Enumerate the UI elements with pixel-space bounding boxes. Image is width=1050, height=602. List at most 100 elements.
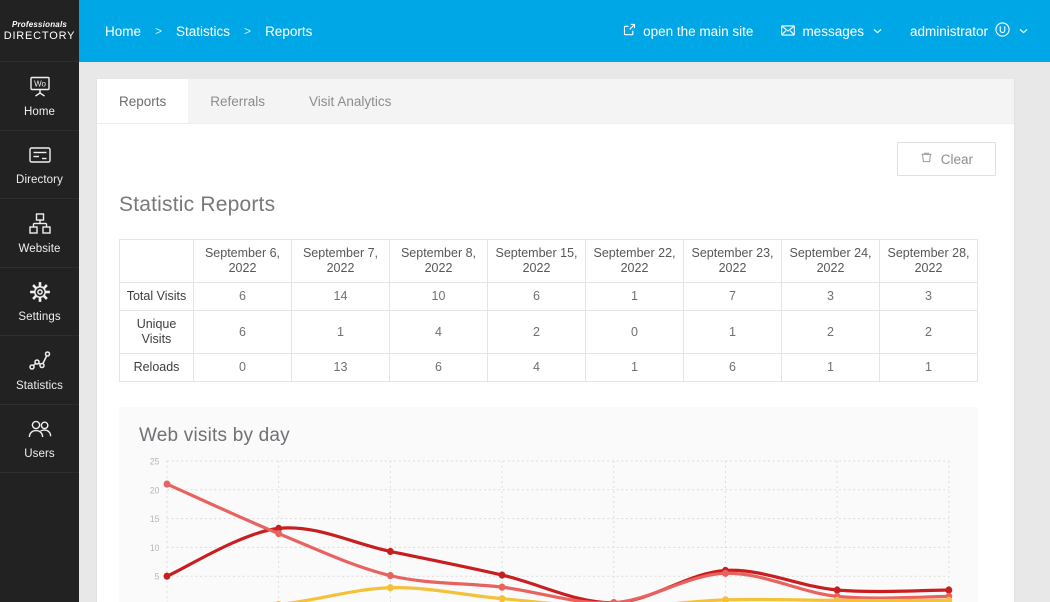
open-main-site-link[interactable]: open the main site (623, 23, 753, 39)
table-cell: 1 (585, 353, 684, 382)
clear-button[interactable]: Clear (896, 142, 996, 176)
page-body: Reports Referrals Visit Analytics Clear … (79, 62, 1050, 602)
table-cell: 6 (389, 353, 488, 382)
sidebar-item-label: Statistics (15, 379, 63, 392)
tab-reports[interactable]: Reports (97, 79, 189, 123)
table-cell: 6 (193, 310, 292, 354)
table-cell: 7 (683, 282, 782, 311)
table-row-label: Reloads (119, 353, 194, 382)
table-column-header: September 22, 2022 (585, 239, 684, 283)
table-cell: 2 (487, 310, 586, 354)
table-cell: 3 (781, 282, 880, 311)
chevron-down-icon (873, 26, 882, 36)
clear-button-label: Clear (940, 151, 973, 167)
svg-text:20: 20 (150, 485, 160, 495)
content-card: Reports Referrals Visit Analytics Clear … (97, 79, 1014, 602)
table-cell: 2 (879, 310, 978, 354)
table-corner-cell (119, 239, 194, 283)
table-column-header: September 23, 2022 (683, 239, 782, 283)
main-column: Home > Statistics > Reports open the mai… (79, 0, 1050, 602)
sidebar-item-statistics[interactable]: Statistics (0, 336, 79, 405)
breadcrumb: Home > Statistics > Reports (105, 24, 312, 39)
sidebar-item-label: Users (24, 448, 55, 461)
user-circle-icon (995, 22, 1010, 40)
line-chart-icon (27, 348, 53, 374)
open-main-site-label: open the main site (643, 23, 754, 39)
messages-label: messages (802, 23, 864, 39)
chart-canvas: 0510152025September 6September 7Septembe… (150, 456, 953, 602)
sidebar-item-website[interactable]: Website (0, 199, 79, 268)
table-cell: 1 (683, 310, 782, 354)
table-cell: 1 (291, 310, 390, 354)
table-cell: 0 (193, 353, 292, 382)
table-column-header: September 8, 2022 (389, 239, 488, 283)
web-visits-chart[interactable]: 0510152025September 6September 7Septembe… (131, 451, 964, 602)
sidebar-item-directory[interactable]: Directory (0, 131, 79, 199)
tab-visit-analytics[interactable]: Visit Analytics (287, 79, 413, 123)
tab-bar: Reports Referrals Visit Analytics (97, 79, 1014, 124)
table-row: Reloads 0 13 6 4 1 6 1 1 (119, 353, 978, 382)
table-cell: 14 (291, 282, 390, 311)
chart-title: Web visits by day (139, 425, 290, 446)
table-row-label: Unique Visits (119, 310, 194, 354)
table-row-label: Total Visits (119, 282, 194, 311)
id-card-icon (27, 142, 53, 168)
account-menu[interactable]: administrator (910, 22, 1028, 40)
chevron-down-icon (1019, 26, 1028, 36)
sidebar-item-label: Settings (18, 311, 61, 324)
table-column-header: September 15, 2022 (487, 239, 586, 283)
logo-top-text: Professionals (11, 19, 68, 29)
top-bar: Home > Statistics > Reports open the mai… (79, 0, 1050, 62)
table-cell: 3 (879, 282, 978, 311)
external-link-icon (623, 23, 636, 39)
sidebar-item-label: Directory (16, 174, 63, 187)
users-icon (26, 416, 54, 442)
presentation-board-icon: Wo (27, 74, 53, 100)
breadcrumb-separator: > (244, 24, 252, 38)
table-cell: 1 (781, 353, 880, 382)
table-cell: 1 (585, 282, 684, 311)
web-visits-chart-panel: Web visits by day 0510152025September 6S… (119, 407, 978, 602)
table-column-header: September 24, 2022 (781, 239, 880, 283)
table-cell: 4 (389, 310, 488, 354)
app-root: Professionals DIRECTORY Wo Home Director… (0, 0, 1050, 602)
table-header-row: September 6, 2022 September 7, 2022 Sept… (119, 239, 978, 283)
breadcrumb-separator: > (155, 24, 163, 38)
breadcrumb-item-statistics[interactable]: Statistics (176, 24, 230, 39)
table-cell: 1 (879, 353, 978, 382)
messages-menu[interactable]: messages (781, 24, 882, 39)
sidebar: Professionals DIRECTORY Wo Home Director… (0, 0, 79, 602)
logo-bottom-text: DIRECTORY (3, 29, 76, 42)
svg-text:25: 25 (150, 456, 160, 466)
app-logo[interactable]: Professionals DIRECTORY (0, 0, 79, 62)
sidebar-item-home[interactable]: Wo Home (0, 62, 79, 131)
table-row: Unique Visits 6 1 4 2 0 1 2 2 (119, 310, 978, 354)
svg-text:Wo: Wo (34, 79, 46, 88)
svg-text:5: 5 (155, 571, 160, 581)
table-row: Total Visits 6 14 10 6 1 7 3 3 (119, 282, 978, 311)
sidebar-item-settings[interactable]: Settings (0, 268, 79, 336)
table-cell: 6 (193, 282, 292, 311)
gear-icon (27, 279, 53, 305)
tab-panel-reports: Clear Statistic Reports September 6, 202… (97, 124, 1014, 602)
sitemap-icon (27, 211, 53, 237)
sidebar-item-users[interactable]: Users (0, 405, 79, 473)
tab-referrals[interactable]: Referrals (188, 79, 287, 123)
trash-icon (920, 151, 933, 167)
table-column-header: September 7, 2022 (291, 239, 390, 283)
table-cell: 2 (781, 310, 880, 354)
table-column-header: September 6, 2022 (193, 239, 292, 283)
table-cell: 6 (487, 282, 586, 311)
sidebar-item-label: Home (23, 105, 56, 118)
sidebar-item-label: Website (18, 242, 61, 255)
table-cell: 0 (585, 310, 684, 354)
breadcrumb-item-reports[interactable]: Reports (265, 24, 312, 39)
breadcrumb-item-home[interactable]: Home (105, 24, 141, 39)
table-cell: 4 (487, 353, 586, 382)
table-column-header: September 28, 2022 (879, 239, 978, 283)
top-bar-actions: open the main site messages administrato… (623, 22, 1028, 40)
envelope-icon (781, 24, 796, 39)
svg-text:10: 10 (150, 543, 160, 553)
table-cell: 10 (389, 282, 488, 311)
statistics-table-wrapper: September 6, 2022 September 7, 2022 Sept… (97, 217, 1014, 382)
